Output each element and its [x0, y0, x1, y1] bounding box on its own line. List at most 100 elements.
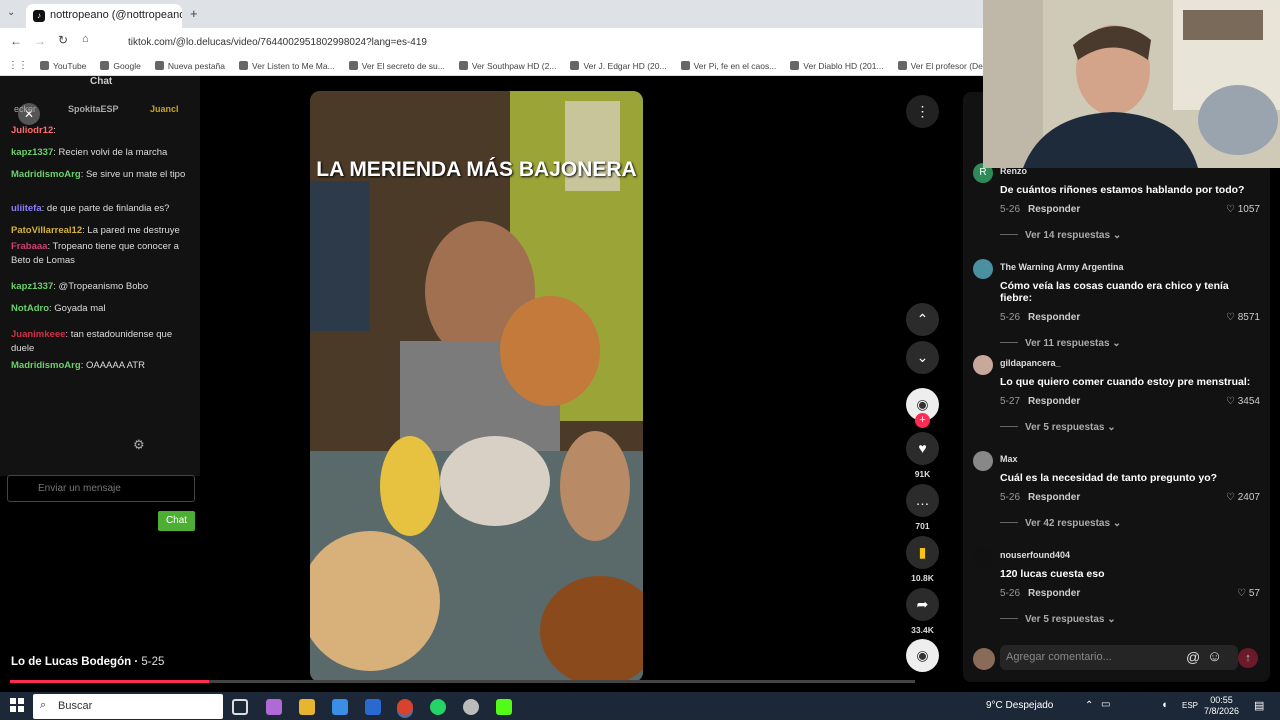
comment-icon[interactable]: … — [906, 484, 939, 517]
taskbar-clock[interactable]: 00:55 7/8/2026 — [1204, 695, 1239, 717]
chat-username[interactable]: Juanimkeee — [11, 329, 65, 340]
copilot-icon[interactable] — [266, 699, 282, 715]
reply-button[interactable]: Responder — [1028, 588, 1080, 599]
bookmark-item[interactable]: Nueva pestaña — [154, 61, 226, 71]
comment-likes[interactable]: ♡ 3454 — [1226, 396, 1260, 407]
whatsapp-icon[interactable] — [430, 699, 446, 715]
bookmark-item[interactable]: Ver Listen to Me Ma... — [239, 61, 335, 71]
comment-likes[interactable]: ♡ 57 — [1237, 588, 1260, 599]
url-field[interactable]: tiktok.com/@lo.delucas/video/76440029518… — [106, 32, 976, 53]
bookmark-item[interactable]: Ver Southpaw HD (2... — [458, 61, 556, 71]
comment-author[interactable]: nouserfound404 — [1000, 550, 1260, 560]
chat-username[interactable]: kapz1337 — [11, 281, 53, 292]
bookmark-item[interactable]: YouTube — [40, 61, 86, 71]
comment-text: 120 lucas cuesta eso — [1000, 568, 1105, 580]
network-icon[interactable]: ▭ — [1101, 699, 1110, 710]
video-player[interactable]: LA MERIENDA MÁS BAJONERA — [310, 91, 643, 682]
comment-item: The Warning Army Argentina Cómo veía las … — [973, 259, 1260, 349]
comment-likes[interactable]: ♡ 1057 — [1226, 204, 1260, 215]
chat-username[interactable]: MadridismoArg — [11, 360, 81, 371]
comment-likes[interactable]: ♡ 8571 — [1226, 312, 1260, 323]
comment-author[interactable]: Max — [1000, 454, 1260, 464]
notification-icon[interactable]: ▤ — [1254, 699, 1264, 712]
more-options-icon[interactable]: ⋮ — [906, 95, 939, 128]
chevron-down-icon[interactable]: ⌄ — [906, 341, 939, 374]
view-replies-button[interactable]: Ver 42 respuestas ⌄ — [1000, 518, 1260, 529]
home-icon[interactable]: ⌂ — [82, 33, 89, 45]
comment-likes[interactable]: ♡ 2407 — [1226, 492, 1260, 503]
comment-avatar[interactable] — [973, 451, 993, 471]
chat-username[interactable]: NotAdro — [11, 303, 49, 314]
bookmark-item[interactable]: Ver Pi, fe en el caos... — [680, 61, 776, 71]
bookmark-label: Ver Listen to Me Ma... — [252, 61, 335, 71]
sound-disc-icon[interactable]: ◉ — [906, 639, 939, 672]
comment-text: Cuál es la necesidad de tanto pregunto y… — [1000, 472, 1218, 484]
forward-icon[interactable]: → — [34, 34, 46, 48]
send-arrow-icon[interactable]: ↑ — [1238, 648, 1258, 668]
reply-button[interactable]: Responder — [1028, 204, 1080, 215]
follow-plus-icon[interactable]: + — [915, 413, 930, 428]
bookmark-item[interactable]: Ver Diablo HD (201... — [790, 61, 884, 71]
bookmark-item[interactable]: Ver J. Edgar HD (20... — [570, 61, 667, 71]
bookmarks-bar: ⋮⋮ YouTube Google Nueva pestaña Ver Listen … — [0, 56, 985, 76]
kick-icon[interactable] — [496, 699, 512, 715]
comment-author[interactable]: gildapancera_ — [1000, 358, 1260, 368]
browser-tab[interactable]: ♪ nottropeano (@nottropeano) — [26, 4, 182, 28]
add-comment-input[interactable]: Agregar comentario... — [1000, 645, 1238, 670]
weather-widget[interactable]: 9°C Despejado — [986, 700, 1053, 711]
video-author[interactable]: Lo de Lucas Bodegón · 5-25 — [11, 656, 164, 668]
chat-username[interactable]: MadridismoArg — [11, 169, 81, 180]
comment-avatar[interactable] — [973, 259, 993, 279]
task-view-icon[interactable] — [232, 699, 248, 715]
bookmark-item[interactable]: Ver El secreto de su... — [348, 61, 445, 71]
taskbar-search[interactable]: ⌕ Buscar — [33, 694, 223, 719]
view-replies-button[interactable]: Ver 14 respuestas ⌄ — [1000, 230, 1260, 241]
chat-message: MadridismoArg: OAAAAA ATR — [11, 359, 191, 373]
bookmark-item[interactable]: Google — [100, 61, 141, 71]
volume-icon[interactable]: ◖ — [1161, 699, 1168, 711]
store-icon[interactable] — [332, 699, 348, 715]
comment-avatar[interactable] — [973, 547, 993, 567]
bookmark-favicon-icon — [239, 61, 249, 70]
new-tab-button[interactable]: + — [190, 6, 198, 21]
app-icon[interactable] — [463, 699, 479, 715]
share-icon[interactable]: ➦ — [906, 588, 939, 621]
bookmark-item[interactable]: Ver El profesor (Det... — [897, 61, 985, 71]
file-explorer-icon[interactable] — [299, 699, 315, 715]
chat-username[interactable]: Frabaaa — [11, 241, 47, 252]
tab-list-icon[interactable]: ⌄ — [7, 7, 15, 18]
reload-icon[interactable]: ↻ — [58, 33, 68, 47]
apps-icon[interactable]: ⋮⋮ — [8, 60, 28, 71]
bookmark-label: Nueva pestaña — [167, 61, 226, 71]
chrome-icon[interactable] — [397, 699, 413, 715]
back-icon[interactable]: ← — [10, 34, 22, 48]
view-replies-button[interactable]: Ver 5 respuestas ⌄ — [1000, 614, 1260, 625]
browser-tab-bar: ⌄ ♪ nottropeano (@nottropeano) + — [0, 0, 985, 28]
bookmark-icon[interactable]: ▮ — [906, 536, 939, 569]
chevron-up-icon[interactable]: ⌃ — [906, 303, 939, 336]
chevron-up-tray-icon[interactable]: ⌃ — [1085, 700, 1093, 711]
reply-button[interactable]: Responder — [1028, 396, 1080, 407]
reply-button[interactable]: Responder — [1028, 492, 1080, 503]
chat-text: La pared me destruye — [87, 225, 180, 236]
comment-author[interactable]: The Warning Army Argentina — [1000, 262, 1260, 272]
mention-icon[interactable]: @ — [1186, 649, 1200, 665]
language-indicator[interactable]: ESP — [1182, 701, 1198, 710]
comment-avatar[interactable] — [973, 355, 993, 375]
gear-icon[interactable]: ⚙ — [133, 437, 145, 453]
emoji-icon[interactable]: ☺ — [1207, 648, 1222, 665]
chat-username[interactable]: PatoVillarreal12 — [11, 225, 82, 236]
view-replies-button[interactable]: Ver 11 respuestas ⌄ — [1000, 338, 1260, 349]
taskbar-search-label: Buscar — [58, 700, 93, 712]
windows-start-icon[interactable] — [10, 698, 24, 712]
bookmark-favicon-icon — [348, 61, 358, 70]
view-replies-button[interactable]: Ver 5 respuestas ⌄ — [1000, 422, 1260, 433]
reply-button[interactable]: Responder — [1028, 312, 1080, 323]
chat-send-button[interactable]: Chat — [158, 511, 195, 531]
chat-username[interactable]: kapz1337 — [11, 147, 53, 158]
chat-username[interactable]: uliitefa — [11, 203, 42, 214]
chat-message-input[interactable]: Enviar un mensaje — [7, 475, 195, 502]
mail-icon[interactable] — [365, 699, 381, 715]
chat-username[interactable]: Juliodr12 — [11, 125, 53, 136]
heart-icon[interactable]: ♥ — [906, 432, 939, 465]
